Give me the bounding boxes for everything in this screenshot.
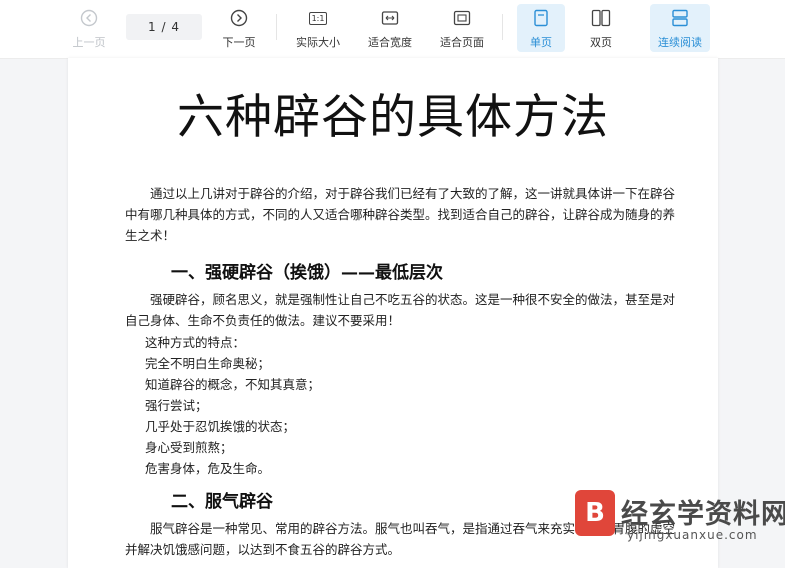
single-page-label: 单页	[530, 36, 552, 49]
continuous-read-button[interactable]: 连续阅读	[650, 4, 710, 52]
single-page-icon	[529, 6, 553, 30]
prev-page-label: 上一页	[72, 36, 106, 49]
list-item: 强行尝试；	[145, 398, 208, 413]
actual-size-icon-text: 1:1	[308, 11, 328, 25]
document-title: 六种辟谷的具体方法	[177, 90, 609, 145]
chevron-left-circle-icon	[77, 6, 101, 30]
fit-page-label: 适合页面	[440, 36, 484, 49]
intro-paragraph: 通过以上几讲对于辟谷的介绍，对于辟谷我们已经有了大致的了解，这一讲就具体讲一下在…	[125, 186, 676, 243]
watermark-brand: 经玄学资料网	[621, 499, 785, 530]
prev-page-button[interactable]: 上一页	[64, 4, 114, 52]
watermark-logo: B	[575, 490, 615, 536]
site-watermark: B 经玄学资料网 yijingxuanxue.com	[575, 488, 785, 568]
section1-heading: 一、强硬辟谷（挨饿）——最低层次	[171, 263, 443, 283]
chevron-right-circle-icon	[227, 6, 251, 30]
double-page-icon	[589, 6, 613, 30]
page-number-input[interactable]: 1 / 4	[126, 14, 202, 40]
double-page-label: 双页	[590, 36, 612, 49]
list-item: 完全不明白生命奥秘；	[145, 356, 271, 371]
fit-page-button[interactable]: 适合页面	[434, 4, 490, 52]
fit-width-icon	[378, 6, 402, 30]
fit-width-label: 适合宽度	[368, 36, 412, 49]
list-item: 几乎处于忍饥挨饿的状态；	[145, 419, 296, 434]
single-page-button[interactable]: 单页	[517, 4, 565, 52]
section2-heading: 二、服气辟谷	[171, 492, 273, 512]
fit-page-icon	[450, 6, 474, 30]
actual-size-button[interactable]: 1:1 实际大小	[290, 4, 346, 52]
double-page-button[interactable]: 双页	[577, 4, 625, 52]
section1-paragraph: 强硬辟谷，顾名思义，就是强制性让自己不吃五谷的状态。这是一种很不安全的做法，甚至…	[125, 292, 676, 328]
actual-size-icon: 1:1	[306, 6, 330, 30]
list-item: 身心受到煎熬；	[145, 440, 233, 455]
continuous-read-label: 连续阅读	[658, 36, 702, 49]
list-item: 这种方式的特点：	[145, 335, 246, 350]
toolbar-divider	[276, 14, 277, 40]
watermark-url: yijingxuanxue.com	[627, 528, 758, 542]
list-item: 知道辟谷的概念，不知其真意；	[145, 377, 321, 392]
actual-size-label: 实际大小	[296, 36, 340, 49]
viewer-toolbar: 上一页 1 / 4 下一页 1:1 实际大小 适合宽度 适合页面 单页 双页 连…	[0, 0, 785, 59]
next-page-button[interactable]: 下一页	[214, 4, 264, 52]
next-page-label: 下一页	[222, 36, 256, 49]
continuous-read-icon	[668, 6, 692, 30]
toolbar-divider	[502, 14, 503, 40]
fit-width-button[interactable]: 适合宽度	[362, 4, 418, 52]
list-item: 危害身体，危及生命。	[145, 461, 271, 476]
